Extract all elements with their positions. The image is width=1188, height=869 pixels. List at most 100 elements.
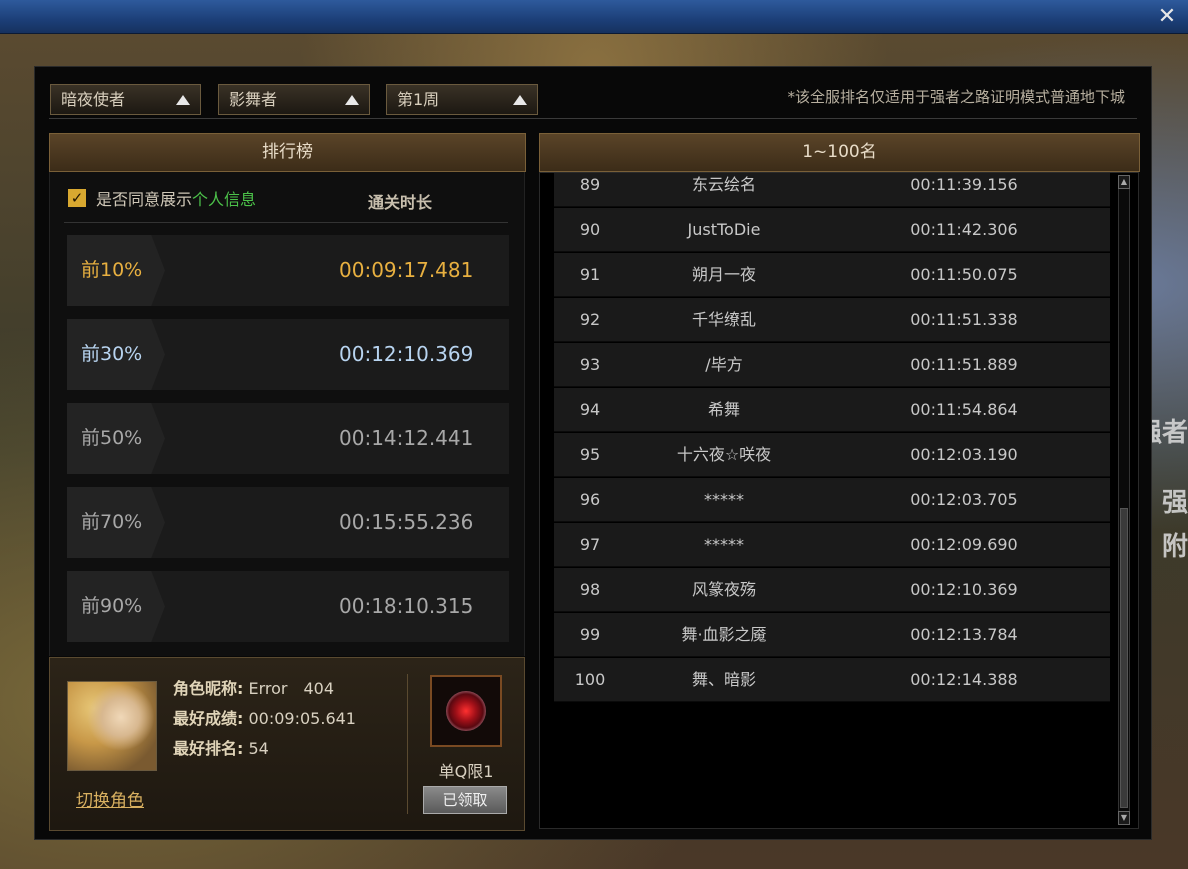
percentile-time: 00:14:12.441 bbox=[339, 426, 474, 450]
percentile-label: 前70% bbox=[67, 487, 165, 558]
class-dropdown[interactable]: 暗夜使者 bbox=[50, 84, 201, 115]
subclass-dropdown[interactable]: 影舞者 bbox=[218, 84, 370, 115]
clear-time: 00:12:03.705 bbox=[910, 490, 1018, 509]
reward-item-icon[interactable] bbox=[430, 675, 502, 747]
percentile-row: 前10% 00:09:17.481 bbox=[67, 235, 509, 306]
rank-number: 93 bbox=[579, 355, 601, 374]
rank-number: 94 bbox=[579, 400, 601, 419]
character-name-value: Error 404 bbox=[248, 679, 335, 698]
clear-time: 00:12:10.369 bbox=[910, 580, 1018, 599]
best-rank-line: 最好排名: 54 bbox=[173, 735, 269, 759]
ranking-notice: *该全服排名仅适用于强者之路证明模式普通地下城 bbox=[787, 88, 1125, 106]
rank-number: 100 bbox=[574, 670, 606, 689]
caret-up-icon bbox=[345, 95, 359, 105]
divider bbox=[407, 674, 408, 814]
ranking-row: 96 ***** 00:12:03.705 bbox=[554, 478, 1110, 522]
scroll-down-icon[interactable]: ▼ bbox=[1118, 811, 1130, 825]
percentile-row: 前90% 00:18:10.315 bbox=[67, 571, 509, 642]
leaderboard-header: 排行榜 bbox=[49, 133, 526, 172]
ranking-row: 93/毕方 00:11:51.889 bbox=[554, 343, 1110, 387]
player-name: JustToDie bbox=[687, 220, 761, 239]
scroll-thumb[interactable] bbox=[1120, 508, 1128, 808]
clear-time: 00:12:13.784 bbox=[910, 625, 1018, 644]
percentile-row: 前30% 00:12:10.369 bbox=[67, 319, 509, 390]
clear-time: 00:11:51.338 bbox=[910, 310, 1018, 329]
player-name: 千华缭乱 bbox=[691, 310, 756, 329]
ranking-row: 95 十六夜☆咲夜 00:12:03.190 bbox=[554, 433, 1110, 477]
percentile-row: 前70% 00:15:55.236 bbox=[67, 487, 509, 558]
consent-row: ✓ 是否同意展示 个人信息 bbox=[68, 186, 256, 210]
clear-time: 00:11:50.075 bbox=[910, 265, 1018, 284]
character-avatar bbox=[67, 681, 157, 771]
best-time-value: 00:09:05.641 bbox=[248, 709, 356, 728]
player-name: ***** bbox=[704, 490, 744, 509]
divider bbox=[49, 118, 1137, 119]
percentile-row: 前50% 00:14:12.441 bbox=[67, 403, 509, 474]
player-name: 舞·血影之魇 bbox=[681, 625, 767, 644]
character-profile: 角色昵称: Error 404 最好成绩: 00:09:05.641 最好排名:… bbox=[49, 657, 525, 831]
player-name: 风篆夜殇 bbox=[691, 580, 756, 599]
consent-highlight: 个人信息 bbox=[192, 190, 257, 209]
week-dropdown[interactable]: 第1周 bbox=[386, 84, 538, 115]
close-icon[interactable]: ✕ bbox=[1154, 4, 1180, 30]
consent-checkbox[interactable]: ✓ bbox=[68, 189, 86, 207]
ranking-row: 97 ***** 00:12:09.690 bbox=[554, 523, 1110, 567]
divider bbox=[64, 222, 508, 223]
ranking-row: 100 舞、暗影 00:12:14.388 bbox=[554, 658, 1110, 702]
percentile-label: 前30% bbox=[67, 319, 165, 390]
rank-number: 92 bbox=[579, 310, 601, 329]
week-dropdown-label: 第1周 bbox=[397, 90, 440, 109]
rank-number: 97 bbox=[579, 535, 601, 554]
rank-range-header: 1~100名 bbox=[539, 133, 1140, 172]
caret-up-icon bbox=[176, 95, 190, 105]
red-gem-icon bbox=[446, 691, 486, 731]
clear-time: 00:11:51.889 bbox=[910, 355, 1018, 374]
clear-time: 00:11:39.156 bbox=[910, 175, 1018, 194]
ranking-row: 91 朔月一夜 00:11:50.075 bbox=[554, 253, 1110, 297]
player-name: 舞、暗影 bbox=[691, 670, 756, 689]
player-name: 东云绘名 bbox=[691, 175, 756, 194]
ranking-panel: 暗夜使者 影舞者 第1周 *该全服排名仅适用于强者之路证明模式普通地下城 排行榜… bbox=[34, 66, 1152, 840]
percentile-time: 00:09:17.481 bbox=[339, 258, 474, 282]
clear-time: 00:11:42.306 bbox=[910, 220, 1018, 239]
clear-time-header: 通关时长 bbox=[368, 193, 433, 212]
player-name: 希舞 bbox=[707, 400, 740, 419]
best-rank-value: 54 bbox=[248, 739, 269, 758]
best-rank-label: 最好排名: bbox=[173, 739, 244, 758]
player-name: 十六夜☆咲夜 bbox=[676, 445, 772, 464]
percentile-time: 00:18:10.315 bbox=[339, 594, 474, 618]
rank-number: 91 bbox=[579, 265, 601, 284]
clear-time: 00:12:09.690 bbox=[910, 535, 1018, 554]
ranking-row: 98 风篆夜殇 00:12:10.369 bbox=[554, 568, 1110, 612]
rank-number: 96 bbox=[579, 490, 601, 509]
rank-number: 90 bbox=[579, 220, 601, 239]
ranking-scrollbar[interactable]: ▲ ▼ bbox=[1118, 175, 1130, 825]
class-dropdown-label: 暗夜使者 bbox=[61, 90, 126, 109]
claimed-button[interactable]: 已领取 bbox=[423, 786, 507, 814]
clear-time: 00:12:14.388 bbox=[910, 670, 1018, 689]
character-name-label: 角色昵称: bbox=[173, 679, 244, 698]
best-time-label: 最好成绩: bbox=[173, 709, 244, 728]
ranking-row: 99 舞·血影之魇 00:12:13.784 bbox=[554, 613, 1110, 657]
percentile-time: 00:12:10.369 bbox=[339, 342, 474, 366]
percentile-label: 前10% bbox=[67, 235, 165, 306]
clear-time: 00:11:54.864 bbox=[910, 400, 1018, 419]
ranking-row: 90 JustToDie 00:11:42.306 bbox=[554, 208, 1110, 252]
reward-limit-label: 单Q限1 bbox=[438, 762, 494, 781]
switch-character-link[interactable]: 切换角色 bbox=[76, 786, 144, 811]
best-time-line: 最好成绩: 00:09:05.641 bbox=[173, 705, 356, 729]
player-name: /毕方 bbox=[705, 355, 743, 374]
background-text: 附 bbox=[1161, 532, 1188, 562]
scroll-up-icon[interactable]: ▲ bbox=[1118, 175, 1130, 189]
ranking-row: 89 东云绘名 00:11:39.156 bbox=[554, 173, 1110, 207]
caret-up-icon bbox=[513, 95, 527, 105]
rank-number: 89 bbox=[579, 175, 601, 194]
ranking-row: 92 千华缭乱 00:11:51.338 bbox=[554, 298, 1110, 342]
rank-number: 99 bbox=[579, 625, 601, 644]
player-name: ***** bbox=[704, 535, 744, 554]
consent-text: 是否同意展示 bbox=[96, 190, 193, 209]
percentile-time: 00:15:55.236 bbox=[339, 510, 474, 534]
player-name: 朔月一夜 bbox=[691, 265, 756, 284]
rank-number: 98 bbox=[579, 580, 601, 599]
ranking-list: 89 东云绘名 00:11:39.156 90 JustToDie 00:11:42.30… bbox=[539, 172, 1139, 829]
